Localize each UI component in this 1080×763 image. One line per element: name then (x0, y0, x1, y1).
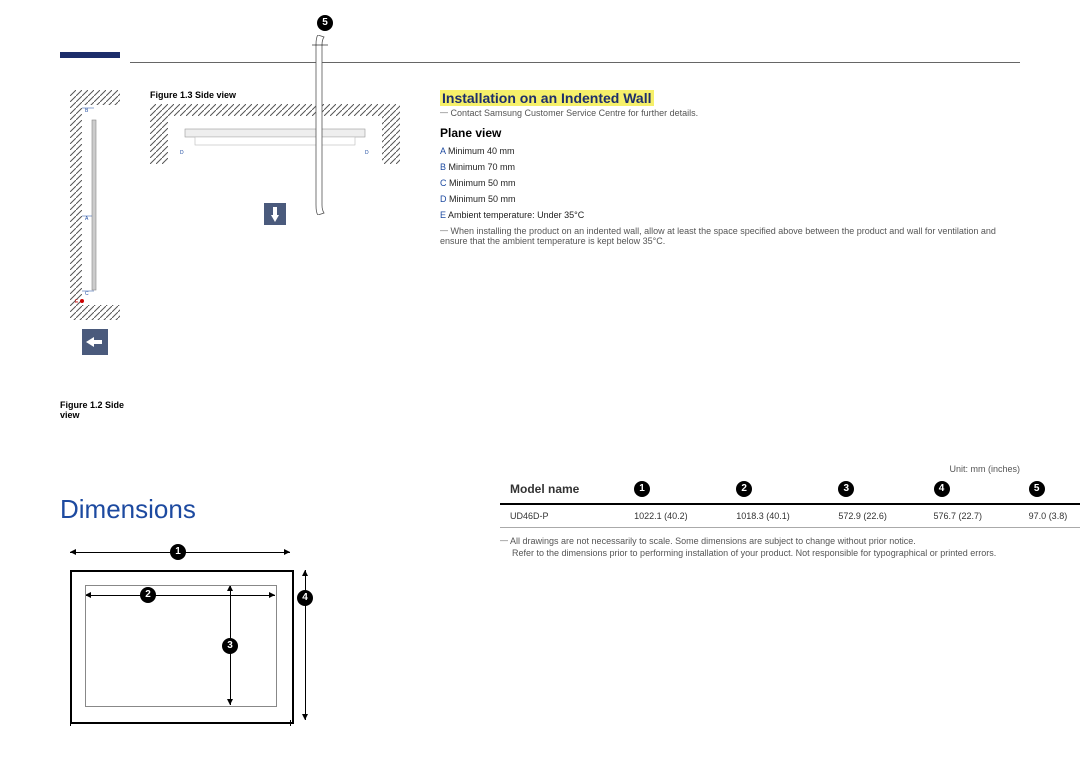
cell-1: 1022.1 (40.2) (624, 504, 726, 528)
wall-left (70, 105, 82, 305)
front-drawing: 1 2 3 4 (60, 540, 310, 730)
bullet-1: 1 (170, 544, 186, 560)
spec-d: Minimum 50 mm (449, 194, 516, 204)
plane-view-title: Plane view (440, 126, 1020, 140)
th-2: 2 (736, 481, 752, 497)
install-title: Installation on an Indented Wall (440, 90, 1020, 106)
cell-2: 1018.3 (40.1) (726, 504, 828, 528)
label-d-left: D (180, 150, 184, 156)
panel-profile (92, 120, 96, 290)
arrow-left-icon (82, 329, 108, 355)
header-accent (60, 52, 120, 58)
fig-1-3-topview: D D (150, 104, 400, 194)
spec-c: Minimum 50 mm (449, 178, 516, 188)
th-1: 1 (634, 481, 650, 497)
install-note-1: Contact Samsung Customer Service Centre … (451, 108, 699, 118)
dims-foot-2: Refer to the dimensions prior to perform… (512, 548, 1020, 558)
label-c: C (85, 291, 89, 297)
fig-1-2-sideview: B A C E (70, 90, 120, 325)
wall-top (70, 90, 120, 105)
th-4: 4 (934, 481, 950, 497)
wall-bottom (70, 305, 120, 320)
label-b: B (85, 108, 89, 114)
bullet-5: 5 (317, 15, 333, 31)
label-d-right: D (365, 150, 369, 156)
cell-model: UD46D-P (500, 504, 624, 528)
th-3: 3 (838, 481, 854, 497)
spec-a: Minimum 40 mm (448, 146, 515, 156)
dimensions-table: Model name 1 2 3 4 5 UD46D-P 1022.1 (40.… (500, 474, 1080, 528)
cell-4: 576.7 (22.7) (924, 504, 1019, 528)
fig-1-3-caption: Figure 1.3 Side view (150, 90, 400, 100)
cell-5: 97.0 (3.8) (1019, 504, 1080, 528)
dimensions-title: Dimensions (60, 494, 460, 525)
th-5: 5 (1029, 481, 1045, 497)
side-profile-drawing: 5 (310, 15, 340, 205)
dims-foot-1: All drawings are not necessarily to scal… (510, 536, 916, 546)
th-model: Model name (500, 474, 624, 504)
spec-e: Ambient temperature: Under 35°C (448, 210, 584, 220)
fig-1-2-caption: Figure 1.2 Side view (60, 400, 130, 420)
table-row: UD46D-P 1022.1 (40.2) 1018.3 (40.1) 572.… (500, 504, 1080, 528)
cell-3: 572.9 (22.6) (828, 504, 923, 528)
unit-label: Unit: mm (inches) (500, 464, 1020, 474)
label-a: A (85, 216, 89, 222)
install-note-2: When installing the product on an indent… (440, 226, 996, 246)
arrow-down-icon (264, 203, 286, 225)
left-column: B A C E Figure 1.2 Side view (60, 90, 420, 424)
bullet-4: 4 (297, 590, 313, 606)
right-column: Installation on an Indented Wall ― Conta… (440, 90, 1020, 246)
spec-b: Minimum 70 mm (449, 162, 516, 172)
header-rule (130, 62, 1020, 63)
